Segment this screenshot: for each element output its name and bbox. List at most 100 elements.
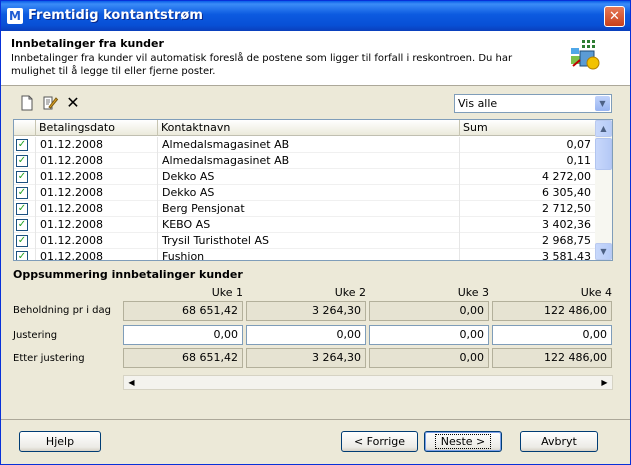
scroll-right-icon[interactable]: ▶ bbox=[597, 376, 612, 389]
table-row[interactable]: ✓ 01.12.2008 Berg Pensjonat 2 712,50 bbox=[14, 201, 596, 217]
row-date: 01.12.2008 bbox=[36, 137, 158, 153]
adjustment-week-2-input[interactable]: 0,00 bbox=[246, 325, 366, 345]
row-name: Dekko AS bbox=[158, 169, 460, 185]
check-icon[interactable]: ✓ bbox=[16, 155, 28, 167]
check-icon[interactable]: ✓ bbox=[16, 203, 28, 215]
next-button-label: Neste > bbox=[434, 434, 492, 449]
cashflow-wizard-icon bbox=[571, 40, 600, 70]
row-date: 01.12.2008 bbox=[36, 185, 158, 201]
dialog-window: M Fremtidig kontantstrøm ✕ Innbetalinger… bbox=[0, 0, 631, 465]
grid-header-date[interactable]: Betalingsdato bbox=[36, 120, 158, 136]
help-button[interactable]: Hjelp bbox=[19, 431, 101, 452]
row-checkbox[interactable]: ✓ bbox=[14, 201, 36, 217]
adjustment-week-1-input[interactable]: 0,00 bbox=[123, 325, 243, 345]
title-bar: M Fremtidig kontantstrøm ✕ bbox=[1, 1, 630, 31]
row-sum: 2 968,75 bbox=[460, 233, 596, 249]
cancel-button[interactable]: Avbryt bbox=[520, 431, 598, 452]
row-name: Berg Pensjonat bbox=[158, 201, 460, 217]
after-week-2: 3 264,30 bbox=[246, 348, 366, 368]
app-icon: M bbox=[7, 8, 23, 24]
table-row[interactable]: ✓ 01.12.2008 Trysil Turisthotel AS 2 968,75 bbox=[14, 233, 596, 249]
header-title: Innbetalinger fra kunder bbox=[11, 37, 164, 50]
table-row[interactable]: ✓ 01.12.2008 Dekko AS 6 305,40 bbox=[14, 185, 596, 201]
row-name: Trysil Turisthotel AS bbox=[158, 233, 460, 249]
row-checkbox[interactable]: ✓ bbox=[14, 249, 36, 260]
filter-select[interactable]: Vis alle ▼ bbox=[454, 94, 612, 113]
row-sum: 0,07 bbox=[460, 137, 596, 153]
check-icon[interactable]: ✓ bbox=[16, 187, 28, 199]
horizontal-scrollbar[interactable]: ◀ ▶ bbox=[123, 375, 613, 390]
filter-select-value: Vis alle bbox=[458, 97, 498, 110]
row-date: 01.12.2008 bbox=[36, 169, 158, 185]
holding-week-4: 122 486,00 bbox=[492, 301, 612, 321]
new-document-icon[interactable] bbox=[18, 94, 36, 112]
header-description: Innbetalinger fra kunder vil automatisk … bbox=[11, 53, 513, 77]
scroll-down-icon[interactable]: ▼ bbox=[595, 243, 612, 260]
row-name: Dekko AS bbox=[158, 185, 460, 201]
row-checkbox[interactable]: ✓ bbox=[14, 185, 36, 201]
grid-header: Betalingsdato Kontaktnavn Sum bbox=[14, 120, 596, 136]
check-icon[interactable]: ✓ bbox=[16, 139, 28, 151]
holding-label: Beholdning pr i dag bbox=[13, 305, 111, 316]
edit-icon[interactable] bbox=[41, 94, 59, 112]
grid-header-sum[interactable]: Sum bbox=[460, 120, 596, 136]
delete-icon[interactable]: ✕ bbox=[64, 94, 82, 112]
scroll-left-icon[interactable]: ◀ bbox=[124, 376, 139, 389]
row-date: 01.12.2008 bbox=[36, 217, 158, 233]
vertical-scrollbar[interactable]: ▲ ▼ bbox=[595, 120, 612, 260]
holding-week-2: 3 264,30 bbox=[246, 301, 366, 321]
week-1-header: Uke 1 bbox=[211, 286, 243, 299]
table-row[interactable]: ✓ 01.12.2008 KEBO AS 3 402,36 bbox=[14, 217, 596, 233]
table-row[interactable]: ✓ 01.12.2008 Dekko AS 4 272,00 bbox=[14, 169, 596, 185]
table-row[interactable]: ✓ 01.12.2008 Almedalsmagasinet AB 0,07 bbox=[14, 137, 596, 153]
scroll-thumb[interactable] bbox=[595, 138, 612, 170]
check-icon[interactable]: ✓ bbox=[16, 251, 28, 260]
table-row[interactable]: ✓ 01.12.2008 Almedalsmagasinet AB 0,11 bbox=[14, 153, 596, 169]
holding-week-1: 68 651,42 bbox=[123, 301, 243, 321]
row-checkbox[interactable]: ✓ bbox=[14, 233, 36, 249]
window-title: Fremtidig kontantstrøm bbox=[28, 8, 203, 23]
payments-grid: Betalingsdato Kontaktnavn Sum ✓ 01.12.200… bbox=[13, 119, 613, 261]
row-sum: 6 305,40 bbox=[460, 185, 596, 201]
row-sum: 3 402,36 bbox=[460, 217, 596, 233]
after-week-4: 122 486,00 bbox=[492, 348, 612, 368]
row-name: KEBO AS bbox=[158, 217, 460, 233]
row-name: Fushion bbox=[158, 249, 460, 260]
summary-title: Oppsummering innbetalinger kunder bbox=[13, 268, 243, 281]
check-icon[interactable]: ✓ bbox=[16, 235, 28, 247]
row-date: 01.12.2008 bbox=[36, 249, 158, 260]
grid-header-check bbox=[14, 120, 36, 136]
row-date: 01.12.2008 bbox=[36, 233, 158, 249]
after-week-1: 68 651,42 bbox=[123, 348, 243, 368]
adjustment-week-3-input[interactable]: 0,00 bbox=[369, 325, 489, 345]
row-checkbox[interactable]: ✓ bbox=[14, 217, 36, 233]
adjustment-week-4-input[interactable]: 0,00 bbox=[492, 325, 612, 345]
back-button[interactable]: < Forrige bbox=[341, 431, 418, 452]
row-checkbox[interactable]: ✓ bbox=[14, 169, 36, 185]
check-icon[interactable]: ✓ bbox=[16, 219, 28, 231]
check-icon[interactable]: ✓ bbox=[16, 171, 28, 183]
holding-week-3: 0,00 bbox=[369, 301, 489, 321]
after-adjustment-label: Etter justering bbox=[13, 353, 85, 364]
row-sum: 2 712,50 bbox=[460, 201, 596, 217]
row-name: Almedalsmagasinet AB bbox=[158, 137, 460, 153]
table-row[interactable]: ✓ 01.12.2008 Fushion 3 581,43 bbox=[14, 249, 596, 260]
next-button[interactable]: Neste > bbox=[424, 431, 502, 452]
header-panel: Innbetalinger fra kunder Innbetalinger f… bbox=[1, 31, 630, 86]
row-sum: 4 272,00 bbox=[460, 169, 596, 185]
row-sum: 3 581,43 bbox=[460, 249, 596, 260]
row-date: 01.12.2008 bbox=[36, 153, 158, 169]
scroll-up-icon[interactable]: ▲ bbox=[595, 120, 612, 137]
week-3-header: Uke 3 bbox=[457, 286, 489, 299]
row-checkbox[interactable]: ✓ bbox=[14, 153, 36, 169]
grid-header-name[interactable]: Kontaktnavn bbox=[158, 120, 460, 136]
close-button[interactable]: ✕ bbox=[604, 6, 625, 27]
row-sum: 0,11 bbox=[460, 153, 596, 169]
grid-rows: ✓ 01.12.2008 Almedalsmagasinet AB 0,07 ✓ 01.1… bbox=[14, 137, 596, 260]
chevron-down-icon[interactable]: ▼ bbox=[595, 96, 610, 111]
row-date: 01.12.2008 bbox=[36, 201, 158, 217]
adjustment-label: Justering bbox=[13, 330, 58, 341]
week-4-header: Uke 4 bbox=[580, 286, 612, 299]
row-name: Almedalsmagasinet AB bbox=[158, 153, 460, 169]
row-checkbox[interactable]: ✓ bbox=[14, 137, 36, 153]
